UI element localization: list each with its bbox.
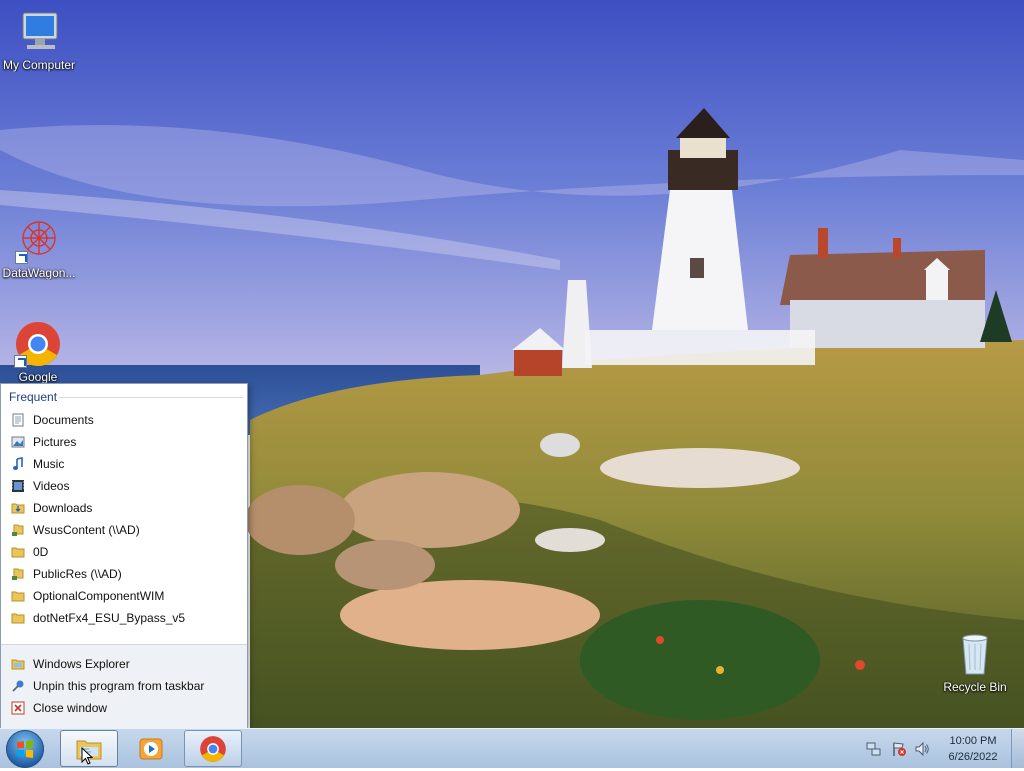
jump-list-tasks-section: Windows Explorer Unpin this program from… bbox=[1, 644, 247, 729]
shortcut-arrow-icon bbox=[15, 251, 28, 264]
network-folder-icon bbox=[12, 568, 24, 580]
clock-time: 10:00 PM bbox=[949, 735, 997, 747]
action-center-flag-icon[interactable] bbox=[891, 741, 907, 757]
pictures-icon bbox=[11, 436, 25, 448]
jump-list-item-label: OptionalComponentWIM bbox=[33, 589, 165, 603]
taskbar-button-google-chrome[interactable] bbox=[184, 730, 242, 767]
folder-icon bbox=[11, 547, 25, 558]
jump-list-item-downloads[interactable]: Downloads bbox=[5, 497, 243, 519]
mouse-cursor-icon bbox=[81, 747, 93, 765]
jump-list-item-documents[interactable]: Documents bbox=[5, 409, 243, 431]
jump-list-item-label: dotNetFx4_ESU_Bypass_v5 bbox=[33, 611, 186, 625]
volume-icon[interactable] bbox=[914, 741, 930, 757]
desktop-icon-recycle-bin[interactable]: Recycle Bin bbox=[935, 630, 1015, 694]
task-label: Unpin this program from taskbar bbox=[33, 679, 205, 693]
taskbar: 10:00 PM 6/26/2022 bbox=[0, 728, 1024, 768]
close-window-icon bbox=[11, 701, 25, 715]
network-icon[interactable] bbox=[866, 741, 882, 757]
jump-list-item-label: Videos bbox=[33, 479, 70, 493]
show-desktop-button[interactable] bbox=[1011, 729, 1024, 768]
task-close-window[interactable]: Close window bbox=[5, 697, 243, 719]
windows-logo-icon bbox=[17, 740, 33, 758]
jump-list-item-wsuscontent[interactable]: WsusContent (\\AD) bbox=[5, 519, 243, 541]
desktop-icon-label: DataWagon... bbox=[2, 266, 76, 280]
computer-icon bbox=[15, 8, 63, 56]
jump-list-heading-frequent: Frequent bbox=[9, 390, 58, 404]
document-icon bbox=[12, 413, 24, 427]
folder-icon bbox=[11, 613, 25, 624]
desktop-icon-datawagon[interactable]: DataWagon... bbox=[0, 216, 79, 280]
jump-list-item-label: Music bbox=[33, 457, 65, 471]
heading-divider bbox=[59, 397, 243, 398]
jump-list-item-label: Documents bbox=[33, 413, 94, 427]
task-label: Close window bbox=[33, 701, 108, 715]
jump-list-item-pictures[interactable]: Pictures bbox=[5, 431, 243, 453]
jump-list-menu: Frequent Documents Pictures Music Videos… bbox=[0, 383, 248, 729]
task-windows-explorer[interactable]: Windows Explorer bbox=[5, 653, 243, 675]
jump-list-item-music[interactable]: Music bbox=[5, 453, 243, 475]
jump-list-item-optionalcomponentwim[interactable]: OptionalComponentWIM bbox=[5, 585, 243, 607]
media-player-icon bbox=[139, 738, 163, 760]
videos-icon bbox=[12, 480, 24, 492]
desktop-icon-label: Recycle Bin bbox=[943, 680, 1007, 694]
task-unpin-from-taskbar[interactable]: Unpin this program from taskbar bbox=[5, 675, 243, 697]
jump-list-item-dotnetfx4-esu-bypass[interactable]: dotNetFx4_ESU_Bypass_v5 bbox=[5, 607, 243, 629]
explorer-icon bbox=[11, 659, 25, 670]
task-label: Windows Explorer bbox=[33, 657, 130, 671]
chrome-icon bbox=[14, 320, 62, 368]
network-folder-icon bbox=[12, 524, 24, 536]
jump-list-item-0d[interactable]: 0D bbox=[5, 541, 243, 563]
desktop-icon-my-computer[interactable]: My Computer bbox=[0, 8, 79, 72]
jump-list-item-label: WsusContent (\\AD) bbox=[33, 523, 140, 537]
shortcut-arrow-icon bbox=[14, 355, 27, 368]
jump-list-item-videos[interactable]: Videos bbox=[5, 475, 243, 497]
jump-list-item-label: Downloads bbox=[33, 501, 93, 515]
downloads-folder-icon bbox=[11, 503, 25, 514]
jump-list-item-label: PublicRes (\\AD) bbox=[33, 567, 122, 581]
folder-icon bbox=[11, 591, 25, 602]
datawagon-icon bbox=[15, 216, 63, 264]
unpin-icon bbox=[12, 680, 24, 692]
clock-date: 6/26/2022 bbox=[948, 751, 998, 763]
desktop-icon-label: Google bbox=[18, 370, 58, 384]
start-button[interactable] bbox=[6, 730, 44, 768]
jump-list-item-publicres[interactable]: PublicRes (\\AD) bbox=[5, 563, 243, 585]
taskbar-clock[interactable]: 10:00 PM 6/26/2022 bbox=[934, 733, 1012, 765]
desktop-icon-label: My Computer bbox=[2, 58, 76, 72]
taskbar-button-media-player[interactable] bbox=[122, 730, 180, 767]
jump-list-item-label: Pictures bbox=[33, 435, 77, 449]
jump-list-item-label: 0D bbox=[33, 545, 49, 559]
recycle-bin-icon bbox=[951, 630, 999, 678]
chrome-icon bbox=[200, 736, 226, 762]
music-icon bbox=[13, 457, 23, 470]
desktop-icon-google-chrome[interactable]: Google bbox=[0, 320, 78, 384]
